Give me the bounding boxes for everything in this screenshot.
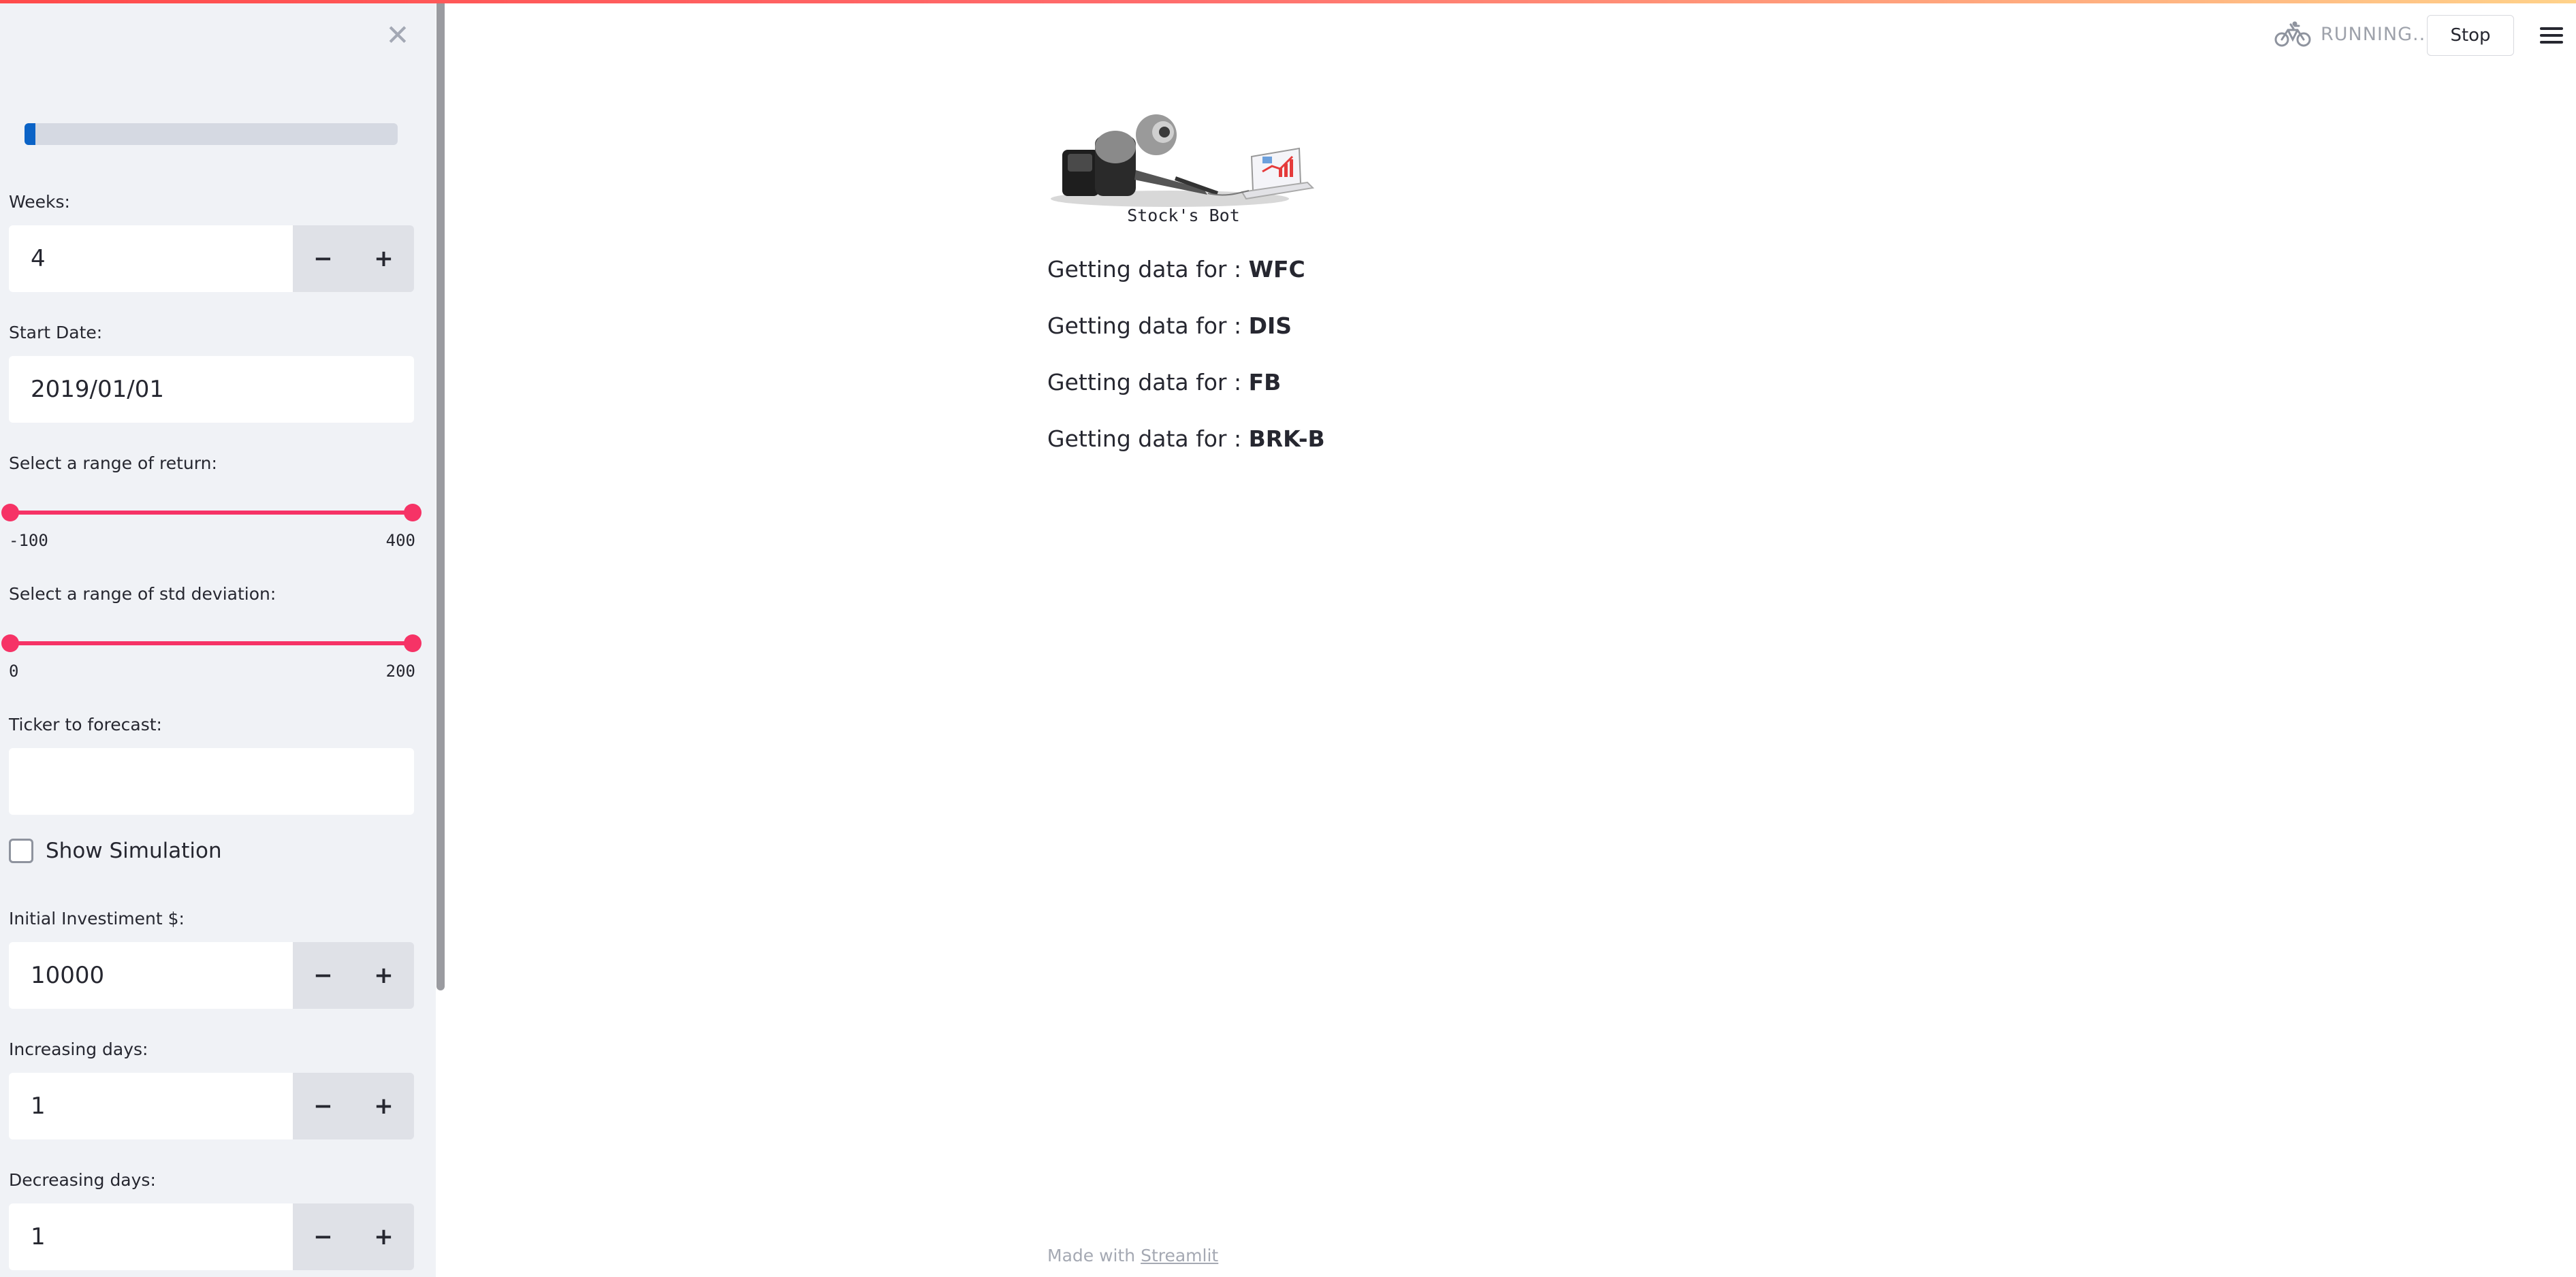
status-message: Getting data for : BRK-B xyxy=(1047,425,1325,452)
footer-prefix: Made with xyxy=(1047,1246,1141,1265)
stock-bot-logo xyxy=(1051,114,1315,207)
close-icon[interactable]: ✕ xyxy=(385,21,410,50)
status-message-prefix: Getting data for : xyxy=(1047,312,1249,339)
increasing-days-input[interactable]: 1 xyxy=(9,1073,293,1139)
logo-caption: Stock's Bot xyxy=(1127,206,1240,225)
show-simulation-checkbox[interactable] xyxy=(9,839,33,863)
weeks-input[interactable]: 4 xyxy=(9,225,293,292)
status-message-ticker: FB xyxy=(1248,369,1282,395)
initial-investment-stepper: 10000 − + xyxy=(9,942,414,1009)
weeks-decrement-button[interactable]: − xyxy=(293,225,353,292)
increasing-days-label: Increasing days: xyxy=(9,1039,148,1059)
footer: Made with Streamlit xyxy=(1047,1246,1218,1265)
std-range-label: Select a range of std deviation: xyxy=(9,584,276,604)
top-decoration-bar xyxy=(0,0,2576,3)
progress-fill xyxy=(25,123,36,145)
increasing-days-stepper: 1 − + xyxy=(9,1073,414,1139)
increasing-days-decrement-button[interactable]: − xyxy=(293,1073,353,1139)
status-message-prefix: Getting data for : xyxy=(1047,425,1249,452)
status-message-prefix: Getting data for : xyxy=(1047,256,1249,282)
std-range-slider[interactable] xyxy=(1,633,422,653)
std-range-min: 0 xyxy=(9,662,19,681)
status-message-ticker: BRK-B xyxy=(1248,425,1325,452)
show-simulation-label: Show Simulation xyxy=(46,839,222,863)
status-message-ticker: WFC xyxy=(1248,256,1305,282)
ticker-input[interactable] xyxy=(9,748,414,815)
slider-min-handle[interactable] xyxy=(1,634,19,652)
decreasing-days-input[interactable]: 1 xyxy=(9,1203,293,1270)
running-indicator: RUNNING... xyxy=(2274,20,2432,48)
return-range-max: 400 xyxy=(385,531,415,550)
sidebar: ✕ Weeks: 4 − + Start Date: 2019/01/01 Se… xyxy=(0,0,436,1277)
initial-investment-increment-button[interactable]: + xyxy=(353,942,414,1009)
slider-min-handle[interactable] xyxy=(1,504,19,521)
slider-max-handle[interactable] xyxy=(404,504,422,521)
decreasing-days-stepper: 1 − + xyxy=(9,1203,414,1270)
slider-track xyxy=(9,641,414,645)
ticker-label: Ticker to forecast: xyxy=(9,715,162,734)
return-range-label: Select a range of return: xyxy=(9,453,217,473)
slider-max-handle[interactable] xyxy=(404,634,422,652)
running-status: RUNNING... xyxy=(2321,23,2432,45)
status-message-ticker: DIS xyxy=(1248,312,1292,339)
status-message: Getting data for : WFC xyxy=(1047,256,1305,282)
weeks-label: Weeks: xyxy=(9,192,70,212)
progress-bar xyxy=(25,123,398,145)
initial-investment-input[interactable]: 10000 xyxy=(9,942,293,1009)
stop-button[interactable]: Stop xyxy=(2427,15,2514,56)
start-date-input[interactable]: 2019/01/01 xyxy=(9,356,414,423)
status-message: Getting data for : FB xyxy=(1047,369,1281,395)
slider-track xyxy=(9,511,414,515)
decreasing-days-label: Decreasing days: xyxy=(9,1170,156,1190)
weeks-increment-button[interactable]: + xyxy=(353,225,414,292)
hamburger-menu-icon[interactable] xyxy=(2540,25,2563,48)
show-simulation-row[interactable]: Show Simulation xyxy=(9,839,222,863)
std-range-max: 200 xyxy=(385,662,415,681)
streamlit-link[interactable]: Streamlit xyxy=(1141,1246,1218,1265)
bicycle-icon xyxy=(2274,21,2311,47)
status-message-prefix: Getting data for : xyxy=(1047,369,1249,395)
initial-investment-decrement-button[interactable]: − xyxy=(293,942,353,1009)
sidebar-scrollbar[interactable] xyxy=(436,0,445,990)
return-range-slider[interactable] xyxy=(1,502,422,523)
status-message: Getting data for : DIS xyxy=(1047,312,1292,339)
decreasing-days-increment-button[interactable]: + xyxy=(353,1203,414,1270)
initial-investment-label: Initial Investiment $: xyxy=(9,909,185,928)
decreasing-days-decrement-button[interactable]: − xyxy=(293,1203,353,1270)
return-range-min: -100 xyxy=(9,531,48,550)
start-date-label: Start Date: xyxy=(9,323,103,342)
weeks-stepper: 4 − + xyxy=(9,225,414,292)
increasing-days-increment-button[interactable]: + xyxy=(353,1073,414,1139)
